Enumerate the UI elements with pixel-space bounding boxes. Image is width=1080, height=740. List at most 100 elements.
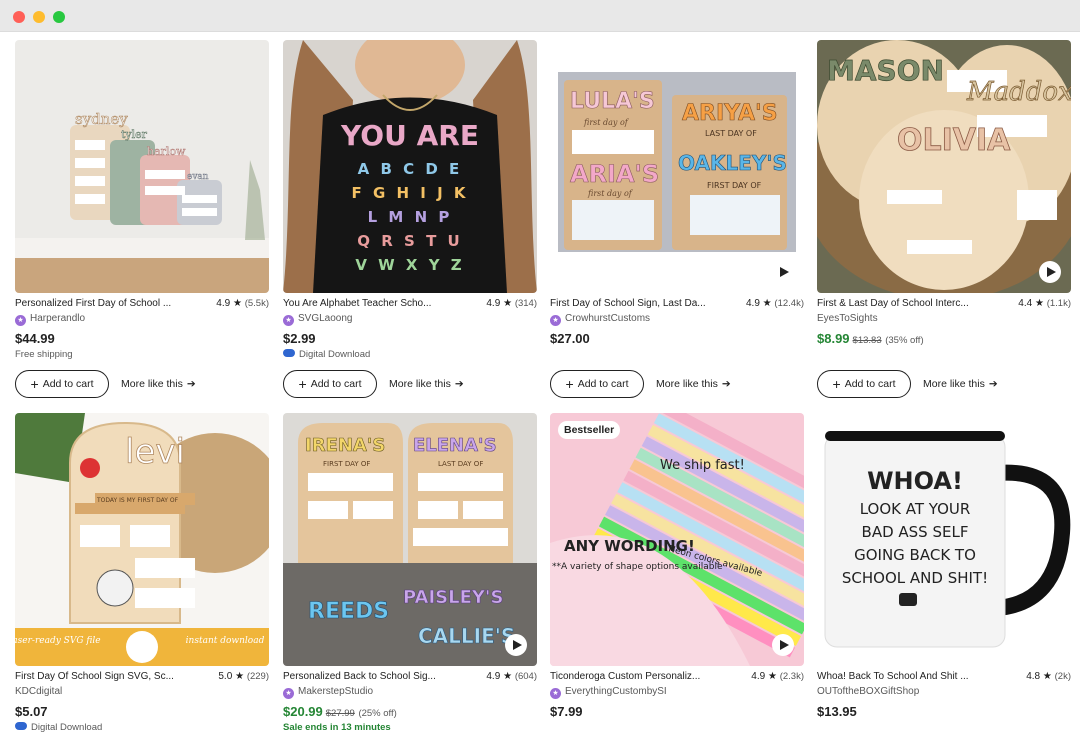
listing-title[interactable]: First & Last Day of School Interc... [817,298,1007,309]
rating: 4.9 ★ (5.5k) [216,298,269,309]
svg-text:A B C D E: A B C D E [358,160,463,178]
star-icon: ★ [1042,671,1052,682]
more-like-this-link[interactable]: More like this ➔ [656,378,731,390]
reeds-text: REEDS [308,599,389,624]
digital-download-note: Digital Download [283,349,370,360]
maximize-window-button[interactable] [53,11,65,23]
price: $13.95 [817,704,857,719]
svg-text:BAD ASS SELF: BAD ASS SELF [862,523,969,541]
listing-image[interactable]: sydney tyler harlow evan [15,40,269,293]
shop-name[interactable]: KDCdigital [15,686,62,697]
minimize-window-button[interactable] [33,11,45,23]
ariya-text: ARIYA'S [682,101,778,126]
shop-name[interactable]: ★ EverythingCustombySI [550,686,667,699]
arrow-right-icon: ➔ [186,378,196,390]
plus-icon: + [832,376,841,392]
window-titlebar [0,0,1080,32]
star-seller-icon: ★ [15,315,26,326]
star-icon: ★ [762,298,772,309]
add-to-cart-button[interactable]: + Add to cart [550,370,644,398]
svg-text:laser-ready SVG file: laser-ready SVG file [15,636,101,646]
shop-name[interactable]: ★ SVGLaoong [283,313,353,326]
evan-text: evan [187,172,209,182]
listing-title[interactable]: Personalized Back to School Sig... [283,671,473,682]
rating: 4.9 ★ (604) [486,671,537,682]
listing-image[interactable]: YOU ARE A B C D E F G H I J K L M N P Q … [283,40,537,293]
shop-name[interactable]: ★ MakerstepStudio [283,686,373,699]
callie-text: CALLIE'S [418,624,515,648]
svg-text:SCHOOL AND SHIT!: SCHOOL AND SHIT! [842,569,988,587]
listing-title[interactable]: Ticonderoga Custom Personaliz... [550,671,740,682]
video-icon[interactable] [772,261,794,283]
listing-image[interactable]: levi TODAY IS MY FIRST DAY OF laser-read… [15,413,269,666]
shape-options-text: **A variety of shape options available [552,562,723,572]
sale-ends-note: Sale ends in 13 minutes [283,722,391,733]
svg-text:GOING BACK TO: GOING BACK TO [854,546,976,564]
listing-title[interactable]: First Day of School Sign, Last Da... [550,298,740,309]
rating: 4.4 ★ (1.1k) [1018,298,1071,309]
video-icon[interactable] [772,634,794,656]
rating: 4.8 ★ (2k) [1026,671,1071,682]
star-seller-icon: ★ [283,688,294,699]
add-to-cart-button[interactable]: + Add to cart [817,370,911,398]
svg-text:first day of: first day of [583,118,630,127]
svg-text:instant download: instant download [186,636,265,646]
shop-name[interactable]: ★ Harperandlo [15,313,85,326]
video-icon[interactable] [505,634,527,656]
listing-image[interactable]: WHOA! LOOK AT YOUR BAD ASS SELF GOING BA… [817,413,1071,666]
whoa-text: WHOA! [867,467,963,495]
fist-icon [899,593,917,606]
arrow-right-icon: ➔ [454,378,464,390]
svg-text:LOOK AT YOUR: LOOK AT YOUR [860,500,971,518]
shop-name[interactable]: EyesToSights [817,313,878,324]
svg-text:LAST DAY OF: LAST DAY OF [438,460,483,468]
listing-image[interactable]: We ship fast! ANY WORDING! **A variety o… [550,413,804,666]
sydney-text: sydney [75,110,128,128]
lula-text: LULA'S [570,89,655,114]
svg-text:FIRST DAY OF: FIRST DAY OF [323,460,370,468]
more-like-this-link[interactable]: More like this ➔ [923,378,998,390]
listing-title[interactable]: First Day Of School Sign SVG, Sc... [15,671,205,682]
listing-title[interactable]: Whoa! Back To School And Shit ... [817,671,1007,682]
add-to-cart-button[interactable]: + Add to cart [283,370,377,398]
irena-text: IRENA'S [305,435,385,456]
star-icon: ★ [503,298,513,309]
svg-text:V W X Y Z: V W X Y Z [355,256,464,274]
star-seller-icon: ★ [550,315,561,326]
svg-text:F G H I J K: F G H I J K [351,184,468,202]
plus-icon: + [30,376,39,392]
close-window-button[interactable] [13,11,25,23]
price: $7.99 [550,704,583,719]
cloud-icon [15,722,27,730]
svg-text:Q R S T U: Q R S T U [357,232,462,250]
listing-image[interactable]: MASON Maddox OLIVIA [817,40,1071,293]
more-like-this-link[interactable]: More like this ➔ [121,378,196,390]
svg-text:FIRST DAY OF: FIRST DAY OF [707,181,762,190]
listing-title[interactable]: Personalized First Day of School ... [15,298,205,309]
listing-image[interactable]: LULA'S first day of ARIA'S first day of … [550,40,804,293]
star-icon: ★ [232,298,242,309]
price: $44.99 [15,331,55,346]
elena-text: ELENA'S [413,435,497,456]
shop-name[interactable]: OUToftheBOXGiftShop [817,686,919,697]
digital-download-note: Digital Download [15,722,102,733]
discount: (35% off) [885,335,924,346]
olivia-text: OLIVIA [897,123,1011,158]
svg-text:L M N P: L M N P [368,208,453,226]
price: $2.99 [283,331,316,346]
listing-image[interactable]: IRENA'S FIRST DAY OF ELENA'S LAST DAY OF… [283,413,537,666]
arrow-right-icon: ➔ [721,378,731,390]
harlow-text: harlow [147,145,186,158]
listing-title[interactable]: You Are Alphabet Teacher Scho... [283,298,473,309]
shipping-note: Free shipping [15,349,73,360]
add-to-cart-button[interactable]: + Add to cart [15,370,109,398]
video-icon[interactable] [1039,261,1061,283]
shop-name[interactable]: ★ CrowhurstCustoms [550,313,650,326]
star-seller-icon: ★ [283,315,294,326]
cloud-icon [283,349,295,357]
svg-text:TODAY IS MY FIRST DAY OF: TODAY IS MY FIRST DAY OF [96,497,179,504]
discount: (25% off) [358,708,397,719]
more-like-this-link[interactable]: More like this ➔ [389,378,464,390]
original-price: $27.99 [325,708,355,719]
original-price: $13.83 [852,335,882,346]
